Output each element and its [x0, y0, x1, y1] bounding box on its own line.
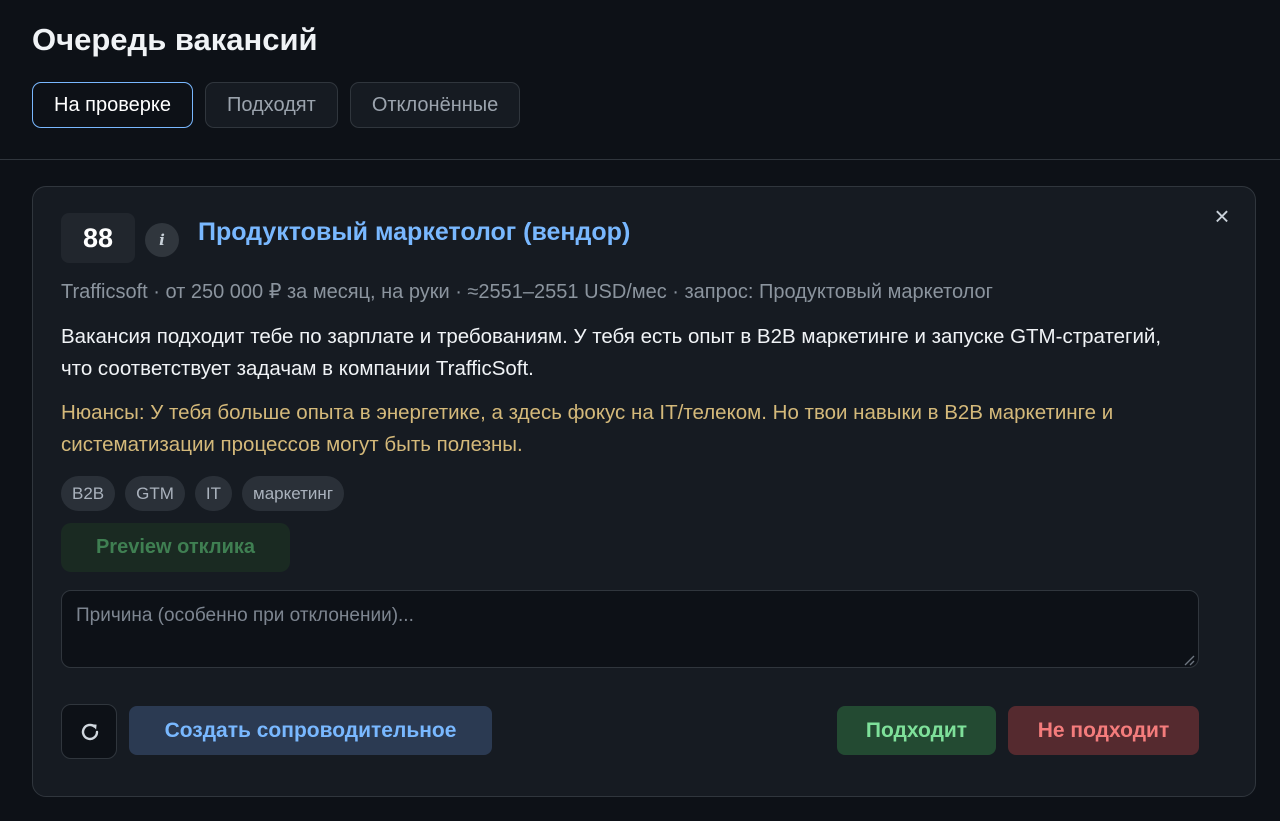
close-icon[interactable]: × [1209, 203, 1235, 229]
info-icon[interactable]: i [145, 223, 179, 257]
vacancy-title[interactable]: Продуктовый маркетолог (вендор) [198, 215, 630, 249]
vacancy-meta: Trafficsoft · от 250 000 ₽ за месяц, на … [61, 281, 993, 303]
preview-response-button[interactable]: Preview отклика [61, 523, 290, 572]
approve-button[interactable]: Подходит [837, 706, 996, 755]
reason-input[interactable] [61, 590, 1199, 668]
tab-pending[interactable]: На проверке [32, 82, 193, 128]
tag-it: IT [194, 476, 233, 511]
vacancy-summary: Вакансия подходит тебе по зарплате и тре… [61, 325, 1162, 380]
tab-rejected[interactable]: Отклонённые [349, 82, 521, 128]
score-badge: 88 [61, 213, 135, 263]
refresh-icon [81, 723, 99, 741]
vacancy-card: 88 i Продуктовый маркетолог (вендор) × T… [32, 186, 1256, 797]
tag-list: B2B GTM IT маркетинг [61, 476, 345, 511]
create-cover-letter-button[interactable]: Создать сопроводительное [129, 706, 492, 755]
resize-grip-icon[interactable] [1183, 654, 1195, 666]
vacancy-nuances: Нюансы: У тебя больше опыта в энергетике… [61, 401, 1114, 456]
reject-button[interactable]: Не подходит [1008, 706, 1199, 755]
tab-suitable[interactable]: Подходят [204, 82, 338, 128]
tag-marketing: маркетинг [242, 476, 345, 511]
refresh-button[interactable] [61, 704, 117, 759]
page-header: Очередь вакансий На проверке Подходят От… [0, 0, 1280, 160]
tag-gtm: GTM [125, 476, 185, 511]
tab-bar: На проверке Подходят Отклонённые [32, 82, 1248, 128]
page-title: Очередь вакансий [32, 22, 318, 57]
tag-b2b: B2B [61, 476, 116, 511]
